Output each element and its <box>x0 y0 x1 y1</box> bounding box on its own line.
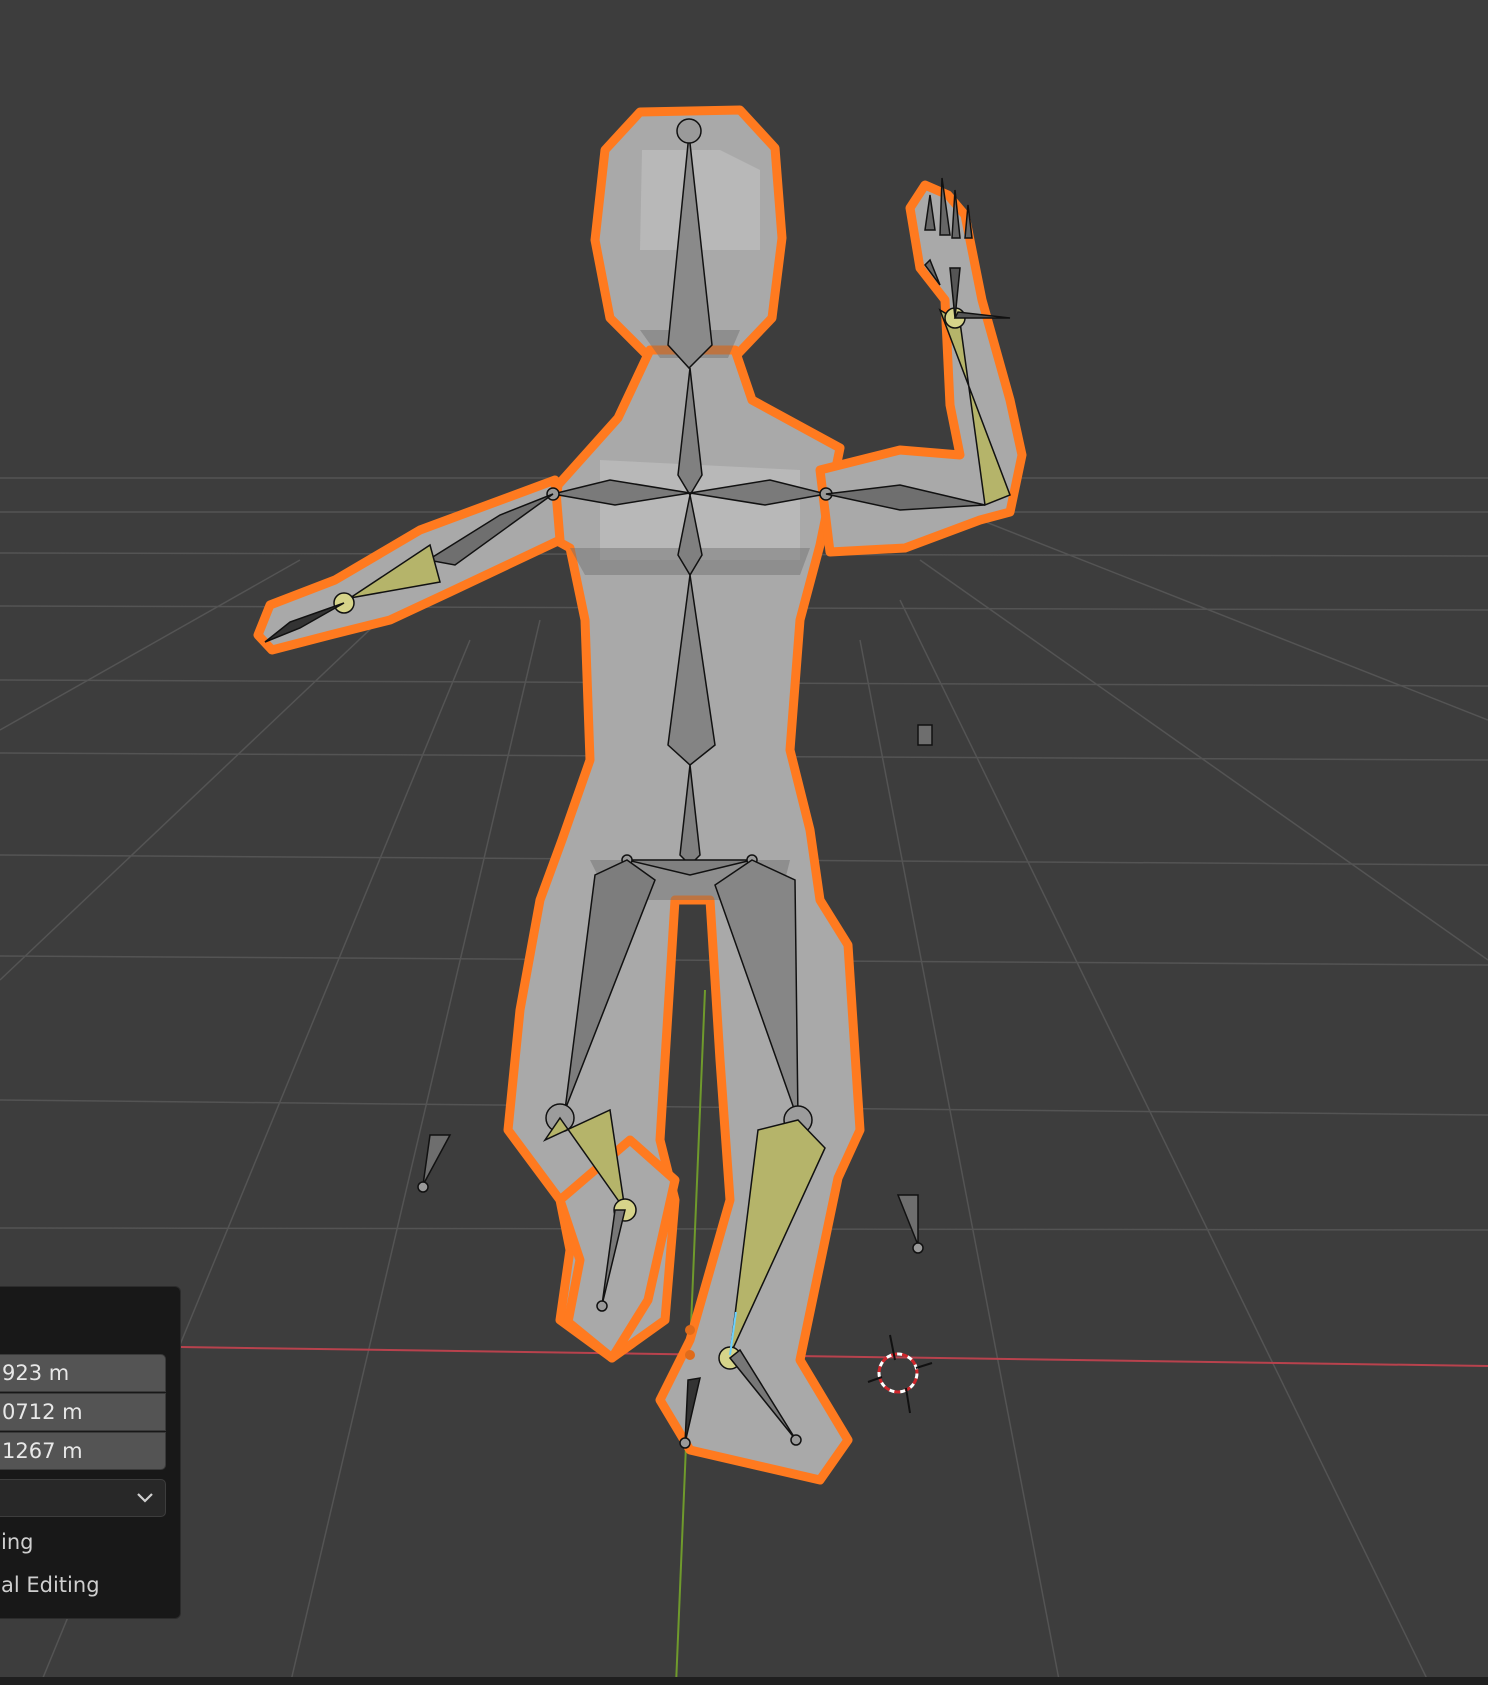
location-y-field[interactable]: 0712 m <box>0 1393 166 1431</box>
proportional-editing-option[interactable]: ing <box>1 1530 33 1554</box>
3d-cursor-icon[interactable] <box>867 1334 933 1414</box>
proportional-editing-label[interactable]: al Editing <box>1 1573 100 1597</box>
location-z-field[interactable]: 1267 m <box>0 1432 166 1470</box>
pole-target-elbow-r <box>917 724 933 746</box>
character-mesh[interactable] <box>253 105 1027 1485</box>
orientation-dropdown[interactable] <box>0 1479 166 1517</box>
status-bar <box>0 1677 1488 1685</box>
location-x-field[interactable]: 923 m <box>0 1354 166 1392</box>
3d-viewport[interactable]: 923 m 0712 m 1267 m ing al Editing <box>0 0 1488 1685</box>
adjust-last-operation-panel[interactable]: 923 m 0712 m 1267 m ing al Editing <box>0 1286 181 1619</box>
x-axis-line <box>179 1346 1488 1367</box>
chevron-down-icon <box>137 1493 153 1503</box>
pole-target-knee-r <box>896 1194 919 1246</box>
pole-target-knee-l <box>422 1134 452 1186</box>
scene-canvas[interactable] <box>0 0 1488 1685</box>
